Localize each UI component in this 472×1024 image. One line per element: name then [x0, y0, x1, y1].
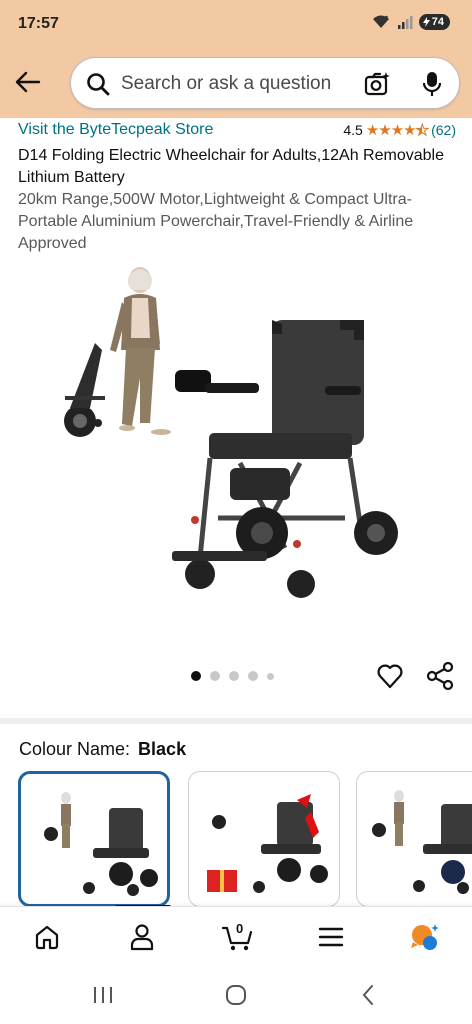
search-placeholder: Search or ask a question — [121, 73, 332, 94]
product-subtitle: 20km Range,500W Motor,Lightweight & Comp… — [18, 191, 414, 252]
recent-apps-icon — [94, 987, 112, 1003]
pagination-dot[interactable] — [229, 671, 239, 681]
nav-menu[interactable] — [315, 921, 347, 953]
pagination-dot[interactable] — [210, 671, 220, 681]
product-title: D14 Folding Electric Wheelchair for Adul… — [18, 147, 444, 186]
recent-apps-button[interactable] — [89, 982, 117, 1008]
wheelchair-product-image — [64, 267, 398, 598]
product-image[interactable] — [0, 258, 472, 646]
bottom-navigation: 0 — [0, 906, 472, 966]
swatch-image — [44, 792, 158, 896]
rating-summary[interactable]: 4.5 ★★★★★★ (62) — [343, 121, 456, 140]
status-bar: 17:57 74 — [0, 0, 472, 48]
search-icon — [87, 73, 110, 96]
mic-icon[interactable] — [421, 70, 443, 98]
swatch-image — [372, 790, 472, 894]
nav-home[interactable] — [31, 921, 63, 953]
home-icon — [35, 925, 59, 950]
back-chevron-icon — [362, 985, 373, 1005]
battery-indicator: 74 — [418, 14, 450, 30]
battery-level: 74 — [431, 16, 444, 28]
star-rating-icon: ★★★★★★ — [365, 122, 430, 140]
rating-value: 4.5 — [343, 122, 363, 138]
swatch-black[interactable] — [18, 771, 170, 907]
swatch-image — [207, 794, 328, 893]
home-circle-icon — [226, 985, 246, 1005]
colour-label: Colour Name: — [19, 739, 131, 759]
share-icon — [426, 661, 454, 691]
swatch-blue[interactable] — [356, 771, 472, 907]
status-icons: 74 — [371, 14, 450, 30]
colour-value: Black — [138, 739, 187, 759]
colour-selector-label: Colour Name: Black — [19, 739, 186, 760]
pagination-dot[interactable] — [248, 671, 258, 681]
account-icon — [130, 924, 154, 951]
swatch-gift[interactable] — [188, 771, 340, 907]
store-link[interactable]: Visit the ByteTecpeak Store — [18, 121, 213, 139]
pagination-dot[interactable] — [267, 672, 274, 680]
rating-count: (62) — [431, 122, 456, 138]
nav-ai-assistant[interactable] — [408, 921, 440, 953]
search-input[interactable]: Search or ask a question — [70, 57, 460, 109]
back-arrow-icon — [15, 71, 41, 93]
main-wheelchair-illustration — [172, 320, 398, 598]
camera-lens-icon[interactable] — [363, 70, 391, 98]
woman-illustration — [110, 267, 171, 435]
menu-icon — [318, 927, 344, 947]
product-page: 17:57 74 Search or ask a question Visit … — [0, 0, 472, 1024]
colour-swatches — [18, 771, 472, 911]
charging-icon — [422, 17, 430, 27]
nav-cart[interactable]: 0 — [220, 921, 256, 953]
cart-count: 0 — [236, 921, 244, 936]
ai-assistant-icon — [411, 924, 439, 950]
back-system-button[interactable] — [354, 982, 382, 1008]
back-button[interactable] — [12, 66, 44, 98]
system-navigation-bar — [0, 966, 472, 1024]
pagination-dot-active[interactable] — [191, 671, 201, 681]
wifi-icon — [372, 15, 389, 28]
image-pagination-dots — [191, 671, 274, 681]
store-rating-row: Visit the ByteTecpeak Store 4.5 ★★★★★★ (… — [18, 121, 458, 143]
signal-icon — [397, 16, 413, 29]
home-system-button[interactable] — [222, 982, 250, 1008]
heart-icon — [377, 664, 403, 689]
share-button[interactable] — [425, 661, 457, 693]
folded-wheelchair-illustration — [64, 343, 105, 437]
section-divider — [0, 718, 472, 724]
nav-account[interactable] — [126, 921, 158, 953]
status-time: 17:57 — [18, 15, 59, 32]
wishlist-button[interactable] — [375, 661, 407, 693]
app-header: 17:57 74 Search or ask a question — [0, 0, 472, 118]
